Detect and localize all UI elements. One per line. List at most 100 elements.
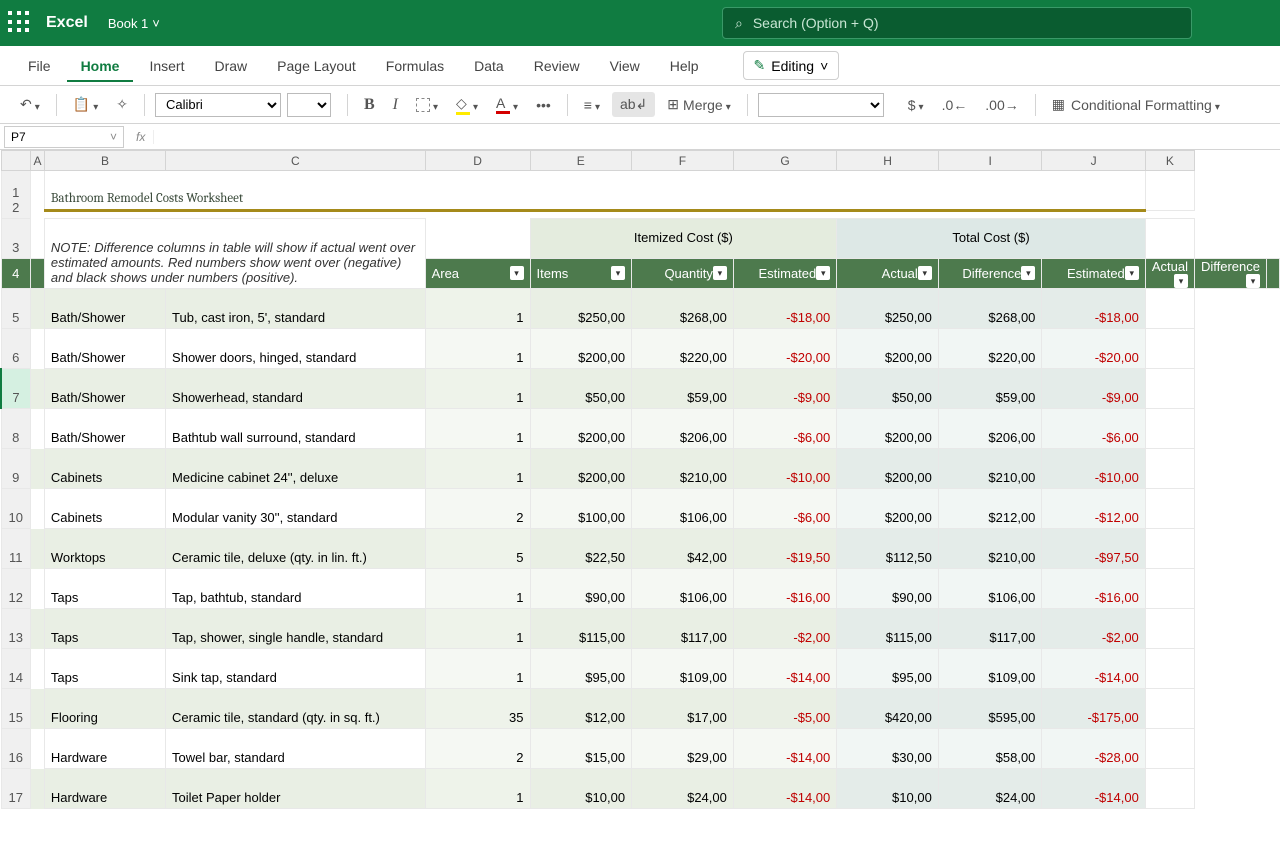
row-header[interactable]: 6 <box>1 329 31 369</box>
row-header[interactable]: 10 <box>1 489 31 529</box>
bold-button[interactable]: B <box>358 92 381 118</box>
cell-tot-est[interactable]: $90,00 <box>837 569 939 609</box>
cell-item[interactable]: Modular vanity 30'', standard <box>166 489 426 529</box>
cell-area[interactable]: Hardware <box>44 769 165 809</box>
name-box[interactable]: P7˅ <box>4 126 124 148</box>
cell-item-est[interactable]: $115,00 <box>530 609 632 649</box>
cell-tot-diff[interactable]: -$16,00 <box>1042 569 1145 609</box>
cell-item-est[interactable]: $22,50 <box>530 529 632 569</box>
cell-qty[interactable]: 1 <box>425 289 530 329</box>
col-header[interactable]: G <box>733 151 836 171</box>
table-row[interactable]: 6 Bath/Shower Shower doors, hinged, stan… <box>1 329 1280 369</box>
filter-icon[interactable]: ▾ <box>1246 274 1260 288</box>
cell-tot-est[interactable]: $200,00 <box>837 449 939 489</box>
spreadsheet-grid[interactable]: A B C D E F G H I J K 12Bathroom Remodel… <box>0 150 1280 864</box>
table-row[interactable]: 12 Taps Tap, bathtub, standard 1 $90,00 … <box>1 569 1280 609</box>
cell-area[interactable]: Worktops <box>44 529 165 569</box>
tab-home[interactable]: Home <box>67 50 134 82</box>
cell-tot-diff[interactable]: -$10,00 <box>1042 449 1145 489</box>
cell-area[interactable]: Bath/Shower <box>44 409 165 449</box>
row-header[interactable]: 4 <box>1 259 31 289</box>
row-header[interactable]: 17 <box>1 769 31 809</box>
fx-icon[interactable]: fx <box>128 130 154 144</box>
italic-button[interactable]: I <box>387 92 404 118</box>
cell-item-diff[interactable]: -$14,00 <box>733 649 836 689</box>
row-header[interactable]: 12 <box>1 171 31 219</box>
cell-item[interactable]: Towel bar, standard <box>166 729 426 769</box>
cell-qty[interactable]: 1 <box>425 369 530 409</box>
header-area[interactable]: Area▾ <box>425 259 530 289</box>
cell-item-act[interactable]: $29,00 <box>632 729 734 769</box>
cell-tot-est[interactable]: $10,00 <box>837 769 939 809</box>
cell-area[interactable]: Taps <box>44 649 165 689</box>
col-header[interactable]: E <box>530 151 632 171</box>
cell-item-est[interactable]: $10,00 <box>530 769 632 809</box>
border-button[interactable] <box>410 93 444 117</box>
cell-tot-est[interactable]: $200,00 <box>837 329 939 369</box>
cell-tot-diff[interactable]: -$97,50 <box>1042 529 1145 569</box>
cell-item[interactable]: Tub, cast iron, 5', standard <box>166 289 426 329</box>
cell-item-diff[interactable]: -$20,00 <box>733 329 836 369</box>
header-diff[interactable]: Difference▾ <box>938 259 1042 289</box>
align-button[interactable]: ≡ <box>578 93 606 117</box>
cell-tot-act[interactable]: $24,00 <box>938 769 1042 809</box>
cell-tot-est[interactable]: $30,00 <box>837 729 939 769</box>
cell-item-diff[interactable]: -$18,00 <box>733 289 836 329</box>
cell-tot-act[interactable]: $220,00 <box>938 329 1042 369</box>
cell-area[interactable]: Bath/Shower <box>44 329 165 369</box>
header-diff-t[interactable]: Difference▾ <box>1194 259 1266 289</box>
cell-area[interactable]: Taps <box>44 569 165 609</box>
tab-review[interactable]: Review <box>520 50 594 82</box>
cell-qty[interactable]: 1 <box>425 609 530 649</box>
cell-item-act[interactable]: $210,00 <box>632 449 734 489</box>
cell-tot-act[interactable]: $58,00 <box>938 729 1042 769</box>
row-header[interactable]: 12 <box>1 569 31 609</box>
font-color-button[interactable]: A <box>490 91 524 118</box>
cell-item-diff[interactable]: -$16,00 <box>733 569 836 609</box>
header-act-t[interactable]: Actual▾ <box>1145 259 1194 289</box>
filter-icon[interactable]: ▾ <box>918 266 932 280</box>
col-header[interactable]: H <box>837 151 939 171</box>
cell-item-act[interactable]: $17,00 <box>632 689 734 729</box>
filter-icon[interactable]: ▾ <box>1021 266 1035 280</box>
table-row[interactable]: 13 Taps Tap, shower, single handle, stan… <box>1 609 1280 649</box>
table-row[interactable]: 14 Taps Sink tap, standard 1 $95,00 $109… <box>1 649 1280 689</box>
cell-tot-diff[interactable]: -$20,00 <box>1042 329 1145 369</box>
cell-item[interactable]: Bathtub wall surround, standard <box>166 409 426 449</box>
document-name[interactable]: Book 1˅ <box>108 16 160 31</box>
cell-tot-est[interactable]: $50,00 <box>837 369 939 409</box>
cell-tot-est[interactable]: $420,00 <box>837 689 939 729</box>
cell-tot-est[interactable]: $95,00 <box>837 649 939 689</box>
table-row[interactable]: 11 Worktops Ceramic tile, deluxe (qty. i… <box>1 529 1280 569</box>
table-row[interactable]: 9 Cabinets Medicine cabinet 24'', deluxe… <box>1 449 1280 489</box>
row-header[interactable]: 8 <box>1 409 31 449</box>
cell-tot-act[interactable]: $212,00 <box>938 489 1042 529</box>
table-row[interactable]: 5 Bath/Shower Tub, cast iron, 5', standa… <box>1 289 1280 329</box>
undo-button[interactable]: ↶ <box>14 92 46 117</box>
cell-item-act[interactable]: $220,00 <box>632 329 734 369</box>
cell-qty[interactable]: 2 <box>425 489 530 529</box>
cell-item-diff[interactable]: -$14,00 <box>733 769 836 809</box>
cell-item-diff[interactable]: -$10,00 <box>733 449 836 489</box>
cell-qty[interactable]: 1 <box>425 569 530 609</box>
cell-qty[interactable]: 1 <box>425 409 530 449</box>
cell-qty[interactable]: 35 <box>425 689 530 729</box>
cell-area[interactable]: Cabinets <box>44 489 165 529</box>
tab-file[interactable]: File <box>14 50 65 82</box>
tab-page-layout[interactable]: Page Layout <box>263 50 370 82</box>
row-header[interactable]: 7 <box>1 369 31 409</box>
row-header[interactable]: 9 <box>1 449 31 489</box>
cell-item-act[interactable]: $106,00 <box>632 489 734 529</box>
paste-button[interactable]: 📋 <box>67 92 104 117</box>
table-row[interactable]: 7 Bath/Shower Showerhead, standard 1 $50… <box>1 369 1280 409</box>
header-est-t[interactable]: Estimated▾ <box>1042 259 1145 289</box>
cell-item-diff[interactable]: -$19,50 <box>733 529 836 569</box>
cell-tot-act[interactable]: $268,00 <box>938 289 1042 329</box>
header-items[interactable]: Items▾ <box>530 259 632 289</box>
row-header[interactable]: 15 <box>1 689 31 729</box>
cell-item-est[interactable]: $90,00 <box>530 569 632 609</box>
cell-item[interactable]: Toilet Paper holder <box>166 769 426 809</box>
format-painter-button[interactable]: ✧ <box>110 92 134 117</box>
cell-item-diff[interactable]: -$9,00 <box>733 369 836 409</box>
filter-icon[interactable]: ▾ <box>1174 274 1188 288</box>
